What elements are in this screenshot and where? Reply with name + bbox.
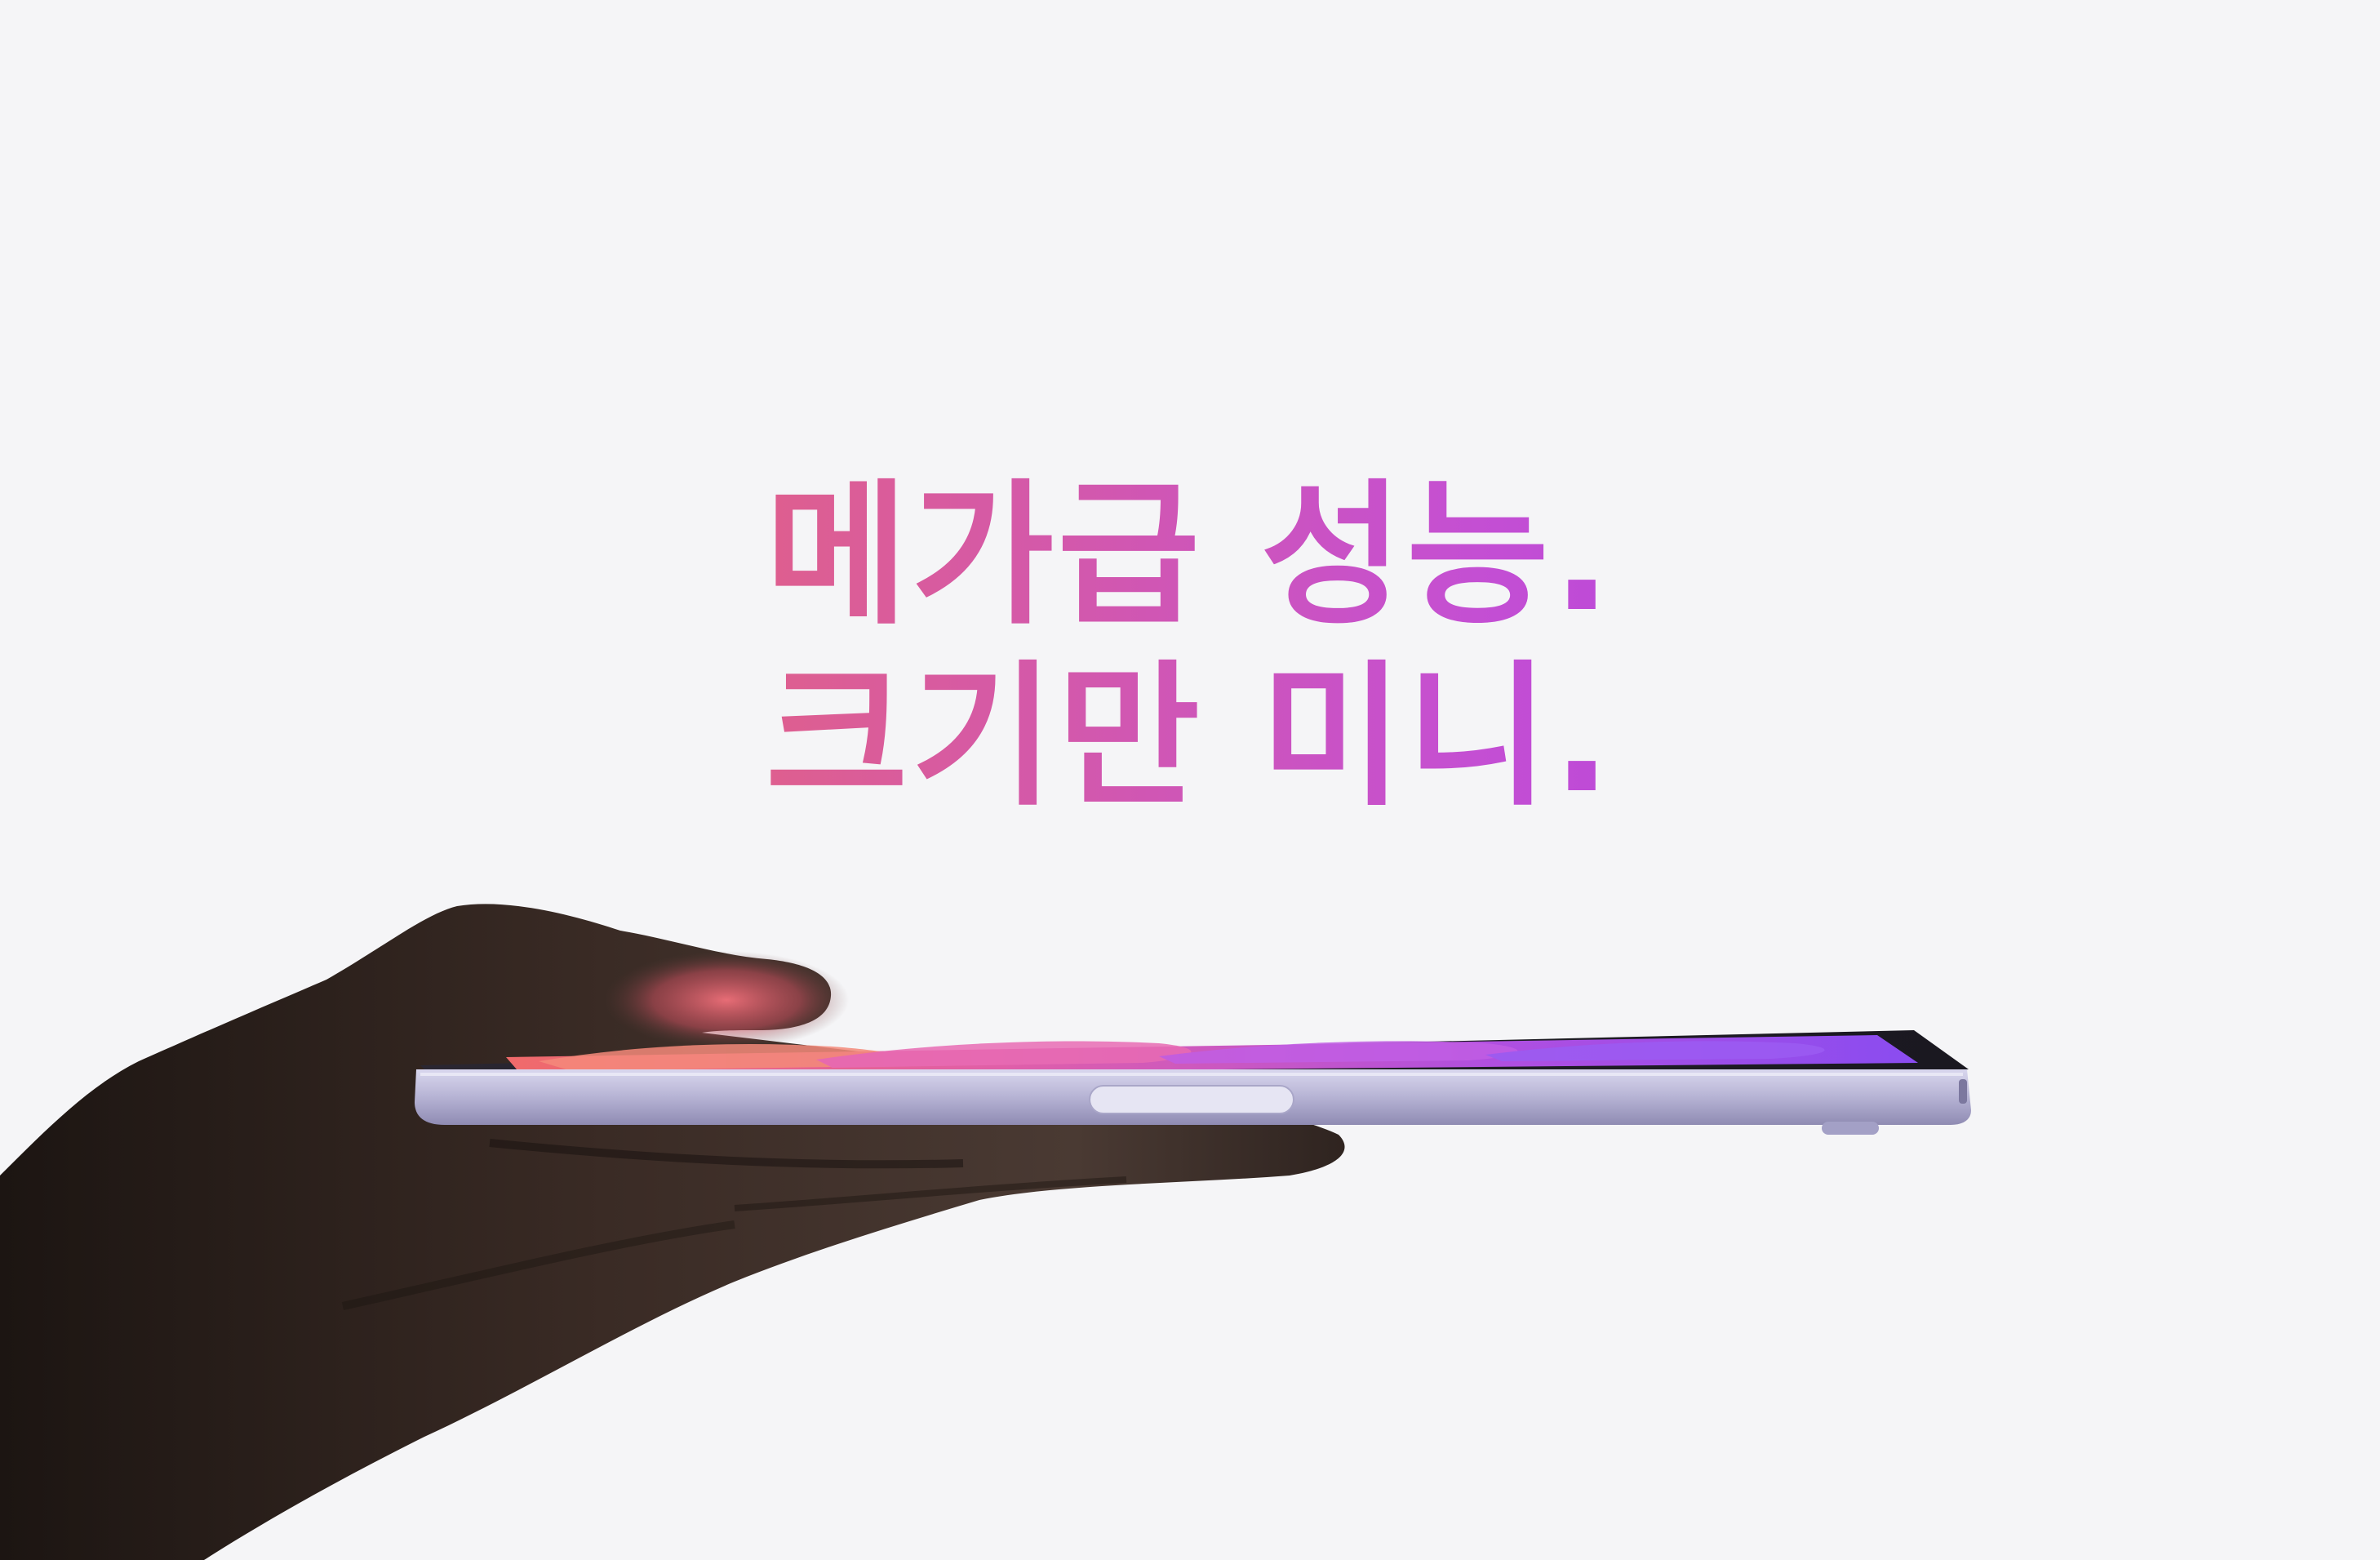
hero-section: 메가급 성능. 크기만 미니.: [0, 0, 2380, 1560]
headline-line-2: 크기만 미니.: [0, 647, 2380, 828]
headline: 메가급 성능. 크기만 미니.: [0, 465, 2380, 828]
headline-line-1: 메가급 성능.: [0, 465, 2380, 647]
